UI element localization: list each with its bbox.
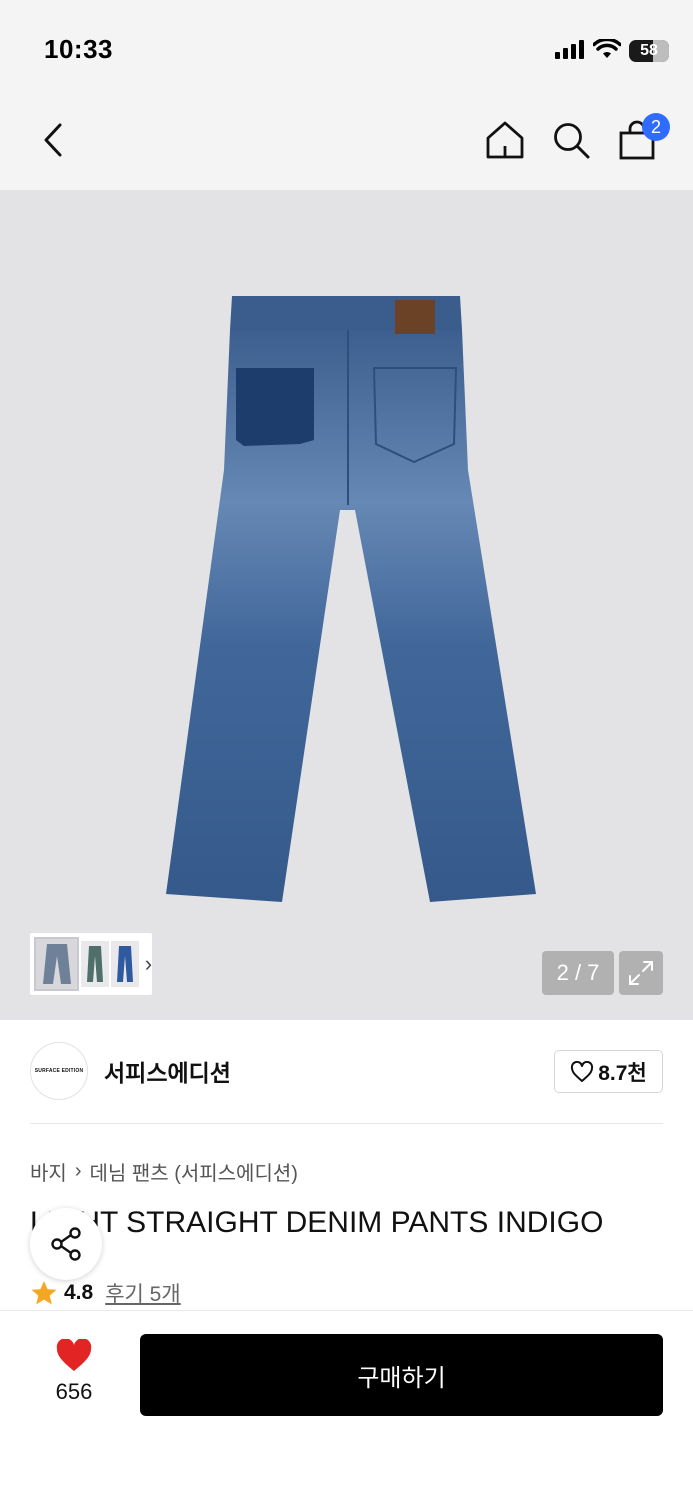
battery-level: 58	[640, 42, 658, 59]
status-bar: 10:33 58	[0, 0, 693, 95]
home-icon	[486, 121, 524, 159]
thumbnail-2[interactable]	[81, 941, 110, 987]
share-button[interactable]	[30, 1208, 102, 1280]
thumbnail-1[interactable]	[34, 937, 80, 991]
thumbnail-3[interactable]	[111, 941, 139, 987]
thumbnail-strip[interactable]: ›	[30, 933, 152, 995]
search-icon	[554, 123, 590, 159]
breadcrumb: 바지 › 데님 팬츠 (서피스에디션)	[30, 1157, 298, 1186]
heart-icon	[56, 1339, 92, 1371]
brand-like-count: 8.7천	[598, 1061, 647, 1085]
brand-name[interactable]: 서피스에디션	[104, 1054, 231, 1088]
product-image	[166, 296, 536, 902]
bottom-action-bar: 656 구매하기	[0, 1310, 693, 1500]
signal-icon	[555, 39, 585, 64]
chevron-right-icon[interactable]: ›	[145, 951, 152, 977]
image-page-indicator: 2 / 7	[542, 951, 614, 995]
share-icon	[51, 1227, 81, 1261]
review-link[interactable]: 후기 5개	[105, 1278, 180, 1308]
battery-icon: 58	[629, 40, 669, 62]
back-button[interactable]	[30, 117, 76, 163]
heart-outline-icon	[571, 1060, 594, 1082]
product-image-gallery[interactable]: › 2 / 7	[0, 190, 693, 1020]
divider	[30, 1123, 663, 1124]
nav-bar: 2	[0, 95, 693, 190]
like-button[interactable]: 656	[30, 1339, 118, 1405]
rating-value: 4.8	[64, 1281, 94, 1304]
home-button[interactable]	[482, 117, 528, 163]
brand-logo-text: SURFACE EDITION	[34, 1068, 84, 1074]
breadcrumb-subcategory[interactable]: 데님 팬츠 (서피스에디션)	[89, 1157, 297, 1186]
brand-logo[interactable]: SURFACE EDITION	[30, 1042, 88, 1100]
product-title: LIGHT STRAIGHT DENIM PANTS INDIGO	[30, 1206, 604, 1239]
status-icons: 58	[555, 37, 669, 64]
back-arrow-icon	[44, 123, 62, 157]
like-count: 656	[55, 1379, 93, 1404]
expand-image-button[interactable]	[619, 951, 663, 995]
brand-row: SURFACE EDITION 서피스에디션 8.7천	[0, 1020, 693, 1124]
brand-like-button[interactable]: 8.7천	[554, 1050, 663, 1093]
cart-count-badge: 2	[642, 113, 670, 141]
buy-button[interactable]: 구매하기	[140, 1334, 663, 1416]
star-icon	[31, 1281, 57, 1305]
search-button[interactable]	[548, 117, 594, 163]
breadcrumb-separator: ›	[74, 1160, 82, 1182]
status-time: 10:33	[44, 34, 113, 64]
rating-row: 4.8 후기 5개	[30, 1278, 181, 1308]
cart-button[interactable]: 2	[614, 113, 670, 163]
expand-icon	[629, 961, 653, 985]
wifi-icon	[592, 37, 622, 64]
breadcrumb-category[interactable]: 바지	[30, 1157, 67, 1186]
